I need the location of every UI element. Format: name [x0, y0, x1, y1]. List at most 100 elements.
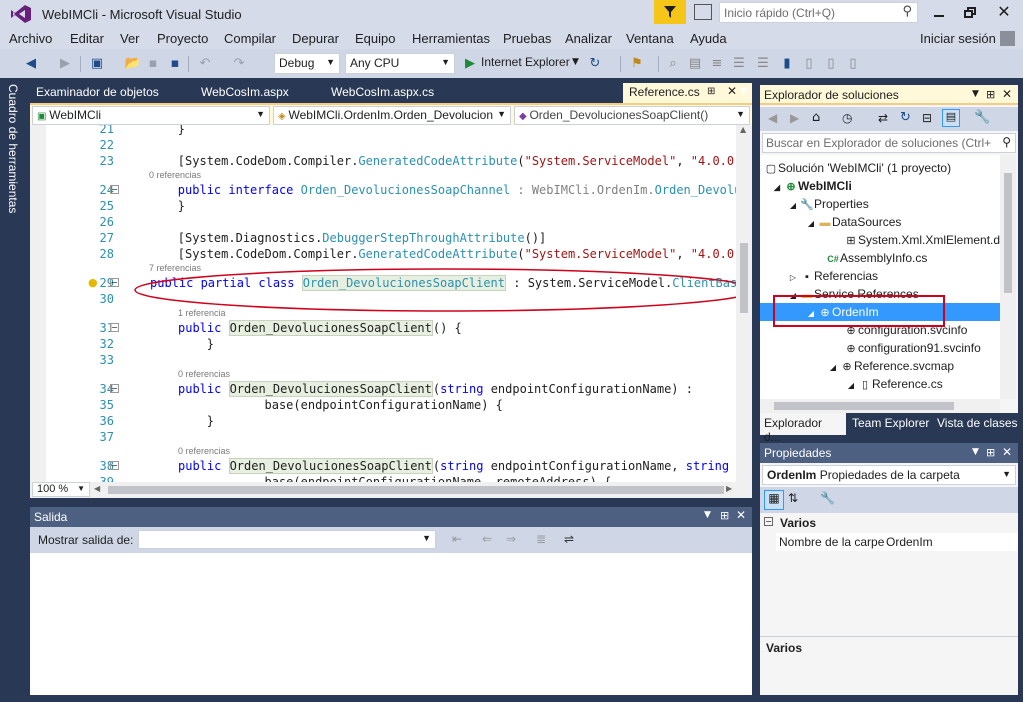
tree-datasources[interactable]: ◢ ▬ DataSources — [804, 213, 901, 231]
close-button[interactable]: ✕ — [996, 4, 1012, 20]
collapse-icon[interactable]: − — [110, 185, 119, 194]
next-message-icon[interactable]: ⇒ — [506, 532, 516, 546]
property-row-folder-name[interactable]: Nombre de la carpe OrdenIm — [776, 533, 1018, 551]
platform-select[interactable]: Any CPU ▼ — [345, 53, 455, 74]
back-icon[interactable]: ◀ — [22, 54, 40, 72]
chevron-down-icon[interactable]: ▼ — [572, 57, 579, 67]
tab-reference-cs[interactable]: Reference.cs ⊞ ✕ — [623, 83, 752, 103]
output-source-dropdown[interactable]: ▼ — [138, 530, 436, 549]
menu-ayuda[interactable]: Ayuda — [690, 31, 727, 46]
bookmark-prev-icon[interactable]: ▯ — [800, 54, 818, 72]
find-message-icon[interactable]: ⇤ — [452, 532, 462, 546]
tab-object-browser[interactable]: Examinador de objetos — [30, 83, 187, 103]
tree-reference-cs[interactable]: ◢ ▯ Reference.cs — [844, 375, 943, 393]
bookmark-next-icon[interactable]: ▯ — [822, 54, 840, 72]
lightbulb-icon[interactable]: ● — [88, 276, 98, 289]
save-all-icon[interactable]: ▪ — [166, 54, 184, 72]
sign-in-link[interactable]: Iniciar sesión — [920, 31, 996, 46]
properties-icon[interactable]: 🔧 — [974, 110, 990, 125]
menu-pruebas[interactable]: Pruebas — [503, 31, 551, 46]
tree-configuration91-svcinfo[interactable]: ⊕ configuration91.svcinfo — [844, 339, 980, 357]
close-icon[interactable]: ✕ — [1002, 87, 1012, 101]
scroll-thumb[interactable] — [740, 243, 748, 313]
scroll-left-icon[interactable]: ◀ — [94, 484, 100, 493]
pin-icon[interactable]: ⊞ — [720, 509, 729, 522]
minimize-button[interactable] — [932, 6, 946, 20]
panel-menu-icon[interactable]: ▼ — [704, 510, 711, 520]
forward-icon[interactable]: ▶ — [56, 54, 74, 72]
type-dropdown[interactable]: ◈ WebIMCli.OrdenIm.Orden_Devolucion ▼ — [273, 106, 511, 125]
tab-team-explorer[interactable]: Team Explorer — [852, 416, 929, 430]
back-icon[interactable]: ◀ — [768, 111, 777, 125]
solution-hscrollbar[interactable] — [760, 399, 1000, 413]
scroll-thumb[interactable] — [774, 402, 954, 410]
project-dropdown[interactable]: ▣ WebIMCli ▼ — [32, 106, 270, 125]
toolbox-side-tab[interactable]: Cuadro de herramientas — [0, 78, 30, 702]
pin-icon[interactable]: ⊞ — [707, 86, 715, 97]
feedback-icon[interactable] — [694, 4, 712, 20]
close-tab-icon[interactable]: ✕ — [727, 84, 737, 98]
find-icon[interactable]: ⌕ — [664, 54, 682, 72]
word-wrap-icon[interactable]: ⇌ — [564, 532, 574, 546]
tab-webcosim-aspx[interactable]: WebCosIm.aspx — [195, 83, 317, 103]
tree-project[interactable]: ◢ ⊕ WebIMCli — [770, 177, 852, 195]
tree-reference-svcmap[interactable]: ◢ ⊕ Reference.svcmap — [826, 357, 954, 375]
menu-analizar[interactable]: Analizar — [565, 31, 612, 46]
menu-editar[interactable]: Editar — [70, 31, 104, 46]
indent-icon[interactable]: ≡ — [708, 54, 726, 72]
zoom-dropdown[interactable]: 100 % ▼ — [32, 482, 90, 497]
run-icon[interactable]: ▶ — [461, 54, 479, 72]
menu-proyecto[interactable]: Proyecto — [157, 31, 208, 46]
tab-overflow-icon[interactable]: ▼ — [740, 86, 748, 97]
uncomment-icon[interactable]: ☰ — [754, 54, 772, 72]
new-project-icon[interactable]: ▣ — [88, 54, 106, 72]
vertical-scrollbar[interactable]: ▲ — [736, 125, 752, 482]
menu-archivo[interactable]: Archivo — [9, 31, 52, 46]
code-editor[interactable]: 21 } 22 23 [System.CodeDom.Compiler.Gene… — [30, 125, 752, 482]
close-icon[interactable]: ✕ — [736, 508, 746, 522]
menu-ver[interactable]: Ver — [120, 31, 140, 46]
comment-icon[interactable]: ☰ — [730, 54, 748, 72]
property-pages-icon[interactable]: 🔧 — [820, 491, 835, 505]
run-target-button[interactable]: Internet Explorer — [481, 55, 570, 69]
forward-icon[interactable]: ▶ — [790, 111, 799, 125]
collapse-icon[interactable]: − — [110, 278, 119, 287]
properties-object-selector[interactable]: OrdenIm Propiedades de la carpeta ▼ — [762, 465, 1016, 485]
properties-category-row[interactable]: − Varios — [760, 515, 1018, 533]
restore-button[interactable] — [964, 6, 978, 20]
tree-datasource-file[interactable]: ⊞ System.Xml.XmlElement.d — [844, 231, 1000, 249]
tab-solution-explorer[interactable]: Explorador d... — [760, 413, 846, 444]
collapse-icon[interactable]: − — [110, 461, 119, 470]
menu-depurar[interactable]: Depurar — [292, 31, 339, 46]
tree-assemblyinfo[interactable]: C#AssemblyInfo.cs — [826, 249, 927, 267]
collapse-icon[interactable]: − — [110, 323, 119, 332]
pin-icon[interactable]: ⊞ — [986, 446, 995, 459]
solution-search-input[interactable]: Buscar en Explorador de soluciones (Ctrl… — [762, 133, 1016, 153]
scroll-right-icon[interactable]: ▶ — [726, 484, 732, 493]
collapse-icon[interactable]: − — [764, 517, 773, 526]
scroll-thumb[interactable] — [1004, 173, 1012, 293]
refresh-icon[interactable]: ↻ — [900, 110, 911, 125]
undo-icon[interactable]: ↶ — [196, 54, 214, 72]
account-icon[interactable] — [1000, 31, 1015, 46]
menu-herramientas[interactable]: Herramientas — [412, 31, 490, 46]
close-icon[interactable]: ✕ — [1002, 445, 1012, 459]
codelens-refs[interactable]: 0 referencias — [178, 369, 230, 379]
tree-properties[interactable]: ◢ 🔧Properties — [786, 195, 869, 213]
menu-compilar[interactable]: Compilar — [224, 31, 276, 46]
open-file-icon[interactable]: 📂 — [124, 54, 142, 72]
tree-solution[interactable]: ▢ Solución 'WebIMCli' (1 proyecto) — [764, 159, 951, 177]
pin-icon[interactable]: ⊞ — [986, 88, 995, 101]
tree-references[interactable]: ▷ ▪ Referencias — [786, 267, 878, 285]
format-icon[interactable]: ▤ — [686, 54, 704, 72]
refresh-icon[interactable]: ↻ — [586, 54, 604, 72]
tab-class-view[interactable]: Vista de clases — [937, 416, 1018, 430]
code-text-area[interactable]: 21 } 22 23 [System.CodeDom.Compiler.Gene… — [30, 125, 752, 482]
show-all-files-icon[interactable]: ▤ — [942, 109, 960, 127]
config-select[interactable]: Debug ▼ — [274, 53, 340, 74]
panel-menu-icon[interactable]: ▼ — [972, 447, 979, 457]
categorized-icon[interactable]: ▦ — [764, 490, 784, 510]
menu-equipo[interactable]: Equipo — [355, 31, 395, 46]
codelens-refs[interactable]: 0 referencias — [178, 446, 230, 456]
save-icon[interactable]: ▪ — [144, 54, 162, 72]
